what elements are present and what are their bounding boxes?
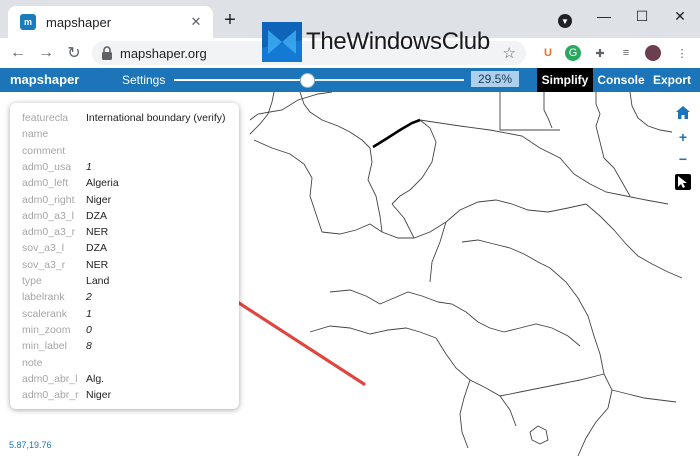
attribute-value: Land xyxy=(86,275,110,287)
extensions-puzzle-icon[interactable]: ✚ xyxy=(592,45,608,61)
simplify-slider-fill xyxy=(174,79,308,81)
attribute-value: International boundary (verify) xyxy=(86,112,226,124)
bookmark-star-icon[interactable]: ☆ xyxy=(503,44,516,62)
tab-title: mapshaper xyxy=(46,14,112,30)
watermark-text: TheWindowsClub xyxy=(306,28,490,55)
browser-menu-icon[interactable]: ⋮ xyxy=(674,45,690,61)
mapshaper-favicon-icon: m xyxy=(20,14,36,30)
attribute-value: Niger xyxy=(86,389,112,402)
attribute-key: labelrank xyxy=(22,291,65,304)
extension-u-icon[interactable]: U xyxy=(540,45,556,61)
attribute-value: 1 xyxy=(86,160,92,173)
mapshaper-header: mapshaper Settings 29.5% Simplify Consol… xyxy=(0,68,700,92)
attribute-value: DZA xyxy=(86,209,107,222)
zoom-out-icon[interactable]: − xyxy=(675,151,691,167)
attribute-value: Alg. xyxy=(86,372,105,385)
attribute-key: sov_a3_r xyxy=(22,258,66,271)
simplify-button[interactable]: Simplify xyxy=(537,68,593,92)
feature-info-popup: featurecla International boundary (verify… xyxy=(10,103,239,409)
attribute-value: 8 xyxy=(86,340,92,353)
close-tab-icon[interactable]: ✕ xyxy=(187,13,205,31)
attribute-value: Algeria xyxy=(86,177,119,190)
app-logo: mapshaper xyxy=(10,72,80,87)
attribute-key: featurecla xyxy=(22,112,69,124)
forward-arrow-icon[interactable]: → xyxy=(36,43,56,63)
attribute-key: adm0_left xyxy=(22,177,69,190)
attribute-value: DZA xyxy=(86,242,107,255)
attribute-key: sov_a3_l xyxy=(22,242,65,255)
home-icon[interactable] xyxy=(675,104,691,120)
attribute-value: NER xyxy=(86,226,109,239)
attribute-key: adm0_a3_r xyxy=(22,226,76,239)
export-button[interactable]: Export xyxy=(650,68,694,92)
attribute-value: 2 xyxy=(86,291,92,304)
back-arrow-icon[interactable]: ← xyxy=(8,43,28,63)
attribute-key: type xyxy=(22,275,42,287)
attribute-key: adm0_abr_l xyxy=(22,372,78,385)
zoom-in-icon[interactable]: + xyxy=(675,129,691,145)
new-tab-plus-icon[interactable]: + xyxy=(221,9,239,31)
minimize-icon[interactable]: — xyxy=(590,6,618,26)
simplify-slider[interactable] xyxy=(174,73,464,88)
settings-button[interactable]: Settings xyxy=(122,73,165,87)
attribute-key: min_label xyxy=(22,340,67,353)
tab-search-chevron-down-icon[interactable]: ▼ xyxy=(558,14,572,28)
attribute-value: 1 xyxy=(86,307,92,320)
attribute-key: note xyxy=(22,356,43,369)
attribute-key: adm0_right xyxy=(22,193,75,206)
watermark-logo xyxy=(262,22,302,62)
media-control-icon[interactable]: ≡ xyxy=(618,45,634,61)
console-button[interactable]: Console xyxy=(596,68,646,92)
extension-g-icon[interactable]: G xyxy=(565,45,581,61)
attribute-value: NER xyxy=(86,258,109,271)
attribute-key: scalerank xyxy=(22,307,67,320)
attribute-value: Niger xyxy=(86,193,112,206)
close-window-icon[interactable]: ✕ xyxy=(666,6,694,26)
attribute-value: 0 xyxy=(86,323,92,336)
maximize-icon[interactable]: ☐ xyxy=(628,6,656,26)
attribute-key: adm0_usa xyxy=(22,160,72,173)
simplify-slider-handle[interactable] xyxy=(300,73,316,88)
lock-icon xyxy=(102,46,112,60)
simplify-percent-field[interactable]: 29.5% xyxy=(471,71,519,87)
attribute-key: adm0_a3_l xyxy=(22,209,74,222)
attribute-key: min_zoom xyxy=(22,323,71,336)
url-text: mapshaper.org xyxy=(120,46,207,61)
attribute-key: name xyxy=(22,128,49,141)
attribute-key: comment xyxy=(22,144,66,157)
profile-avatar[interactable] xyxy=(645,45,661,61)
attribute-key: adm0_abr_r xyxy=(22,389,79,402)
browser-tab[interactable]: m mapshaper ✕ xyxy=(8,6,213,38)
reload-icon[interactable]: ↻ xyxy=(64,43,84,63)
pointer-icon[interactable] xyxy=(675,174,691,190)
coordinate-readout: 5.87,19.76 xyxy=(9,440,52,450)
